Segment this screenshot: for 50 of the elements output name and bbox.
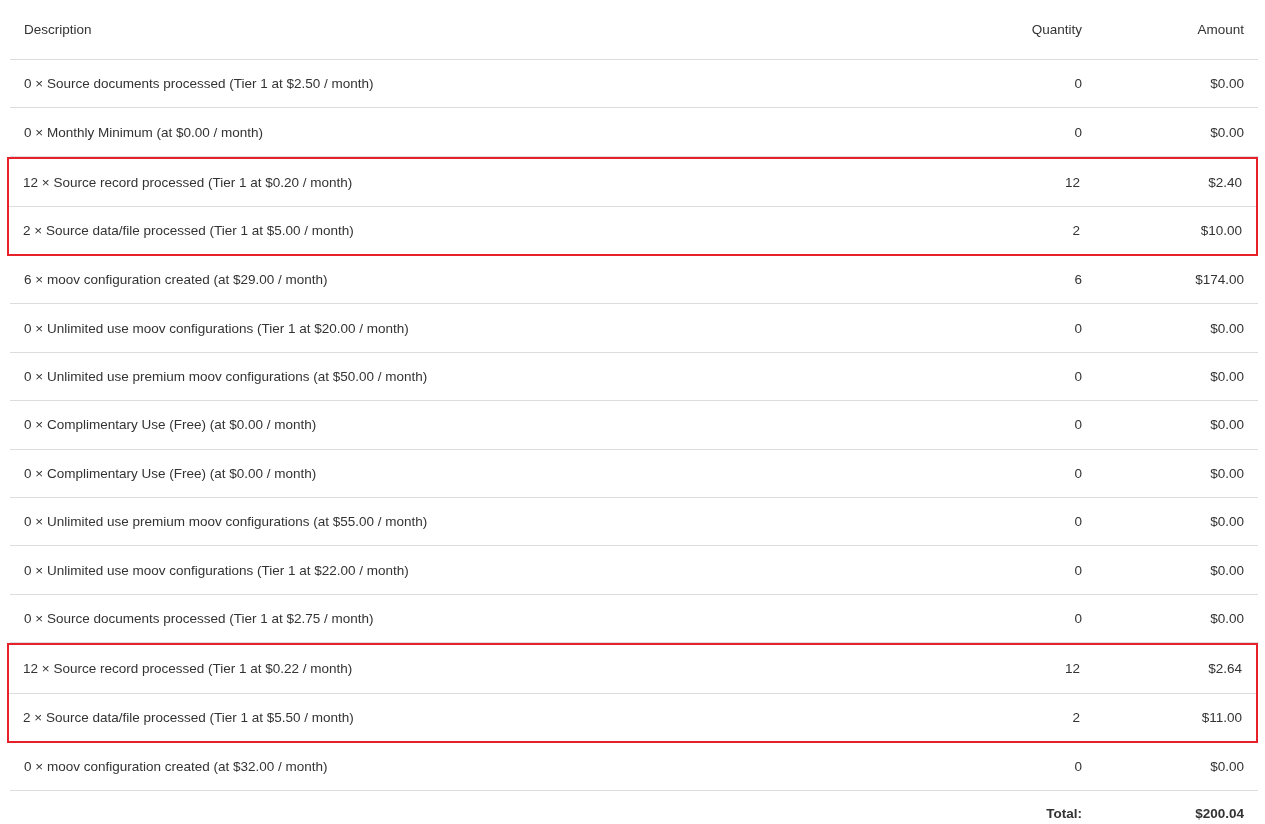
description-cell-text: 0 × Source documents processed (Tier 1 at $2.75 / month) bbox=[23, 611, 375, 626]
amount-cell-text: $0.00 bbox=[1209, 417, 1245, 433]
column-header: Amount bbox=[1196, 22, 1245, 37]
quantity-cell-text: 0 bbox=[1073, 758, 1083, 774]
amount-cell-text: $0.00 bbox=[1209, 465, 1245, 481]
description-cell-text: 6 × moov configuration created (at $29.00 / month) bbox=[23, 272, 329, 288]
amount-cell-text: $0.00 bbox=[1209, 758, 1245, 774]
quantity-cell-text: 0 bbox=[1073, 417, 1083, 433]
description-cell-text: 2 × Source data/file processed (Tier 1 at $5.00 / month) bbox=[22, 223, 355, 239]
description-cell-text: 12 × Source record processed (Tier 1 at $0.22 / month) bbox=[22, 661, 354, 677]
amount-cell-text: $0.00 bbox=[1209, 562, 1245, 578]
quantity-cell-text: 0 bbox=[1073, 124, 1083, 140]
quantity-cell-text: 0 bbox=[1073, 611, 1083, 626]
total-amount: $200.04 bbox=[1194, 806, 1245, 822]
amount-cell-text: $174.00 bbox=[1194, 272, 1245, 288]
quantity-cell-text: 2 bbox=[1071, 709, 1081, 725]
amount-cell-text: $0.00 bbox=[1209, 124, 1245, 140]
amount-cell-text: $0.00 bbox=[1209, 514, 1245, 530]
description-cell-text: 0 × Unlimited use premium moov configurations (at $55.00 / month) bbox=[23, 514, 429, 530]
quantity-cell-text: 0 bbox=[1073, 562, 1083, 578]
amount-cell-text: $0.00 bbox=[1209, 611, 1245, 626]
description-cell-text: 2 × Source data/file processed (Tier 1 at $5.50 / month) bbox=[22, 709, 355, 725]
description-cell-text: 0 × Unlimited use moov configurations (Tier 1 at $22.00 / month) bbox=[23, 562, 410, 578]
description-cell-text: 0 × Unlimited use moov configurations (Tier 1 at $20.00 / month) bbox=[23, 320, 410, 336]
quantity-cell-text: 2 bbox=[1071, 223, 1081, 239]
amount-cell-text: $2.40 bbox=[1207, 174, 1243, 190]
quantity-cell-text: 0 bbox=[1073, 320, 1083, 336]
description-cell-text: 0 × Monthly Minimum (at $0.00 / month) bbox=[23, 124, 264, 140]
quantity-cell-text: 12 bbox=[1063, 174, 1081, 190]
description-cell-text: 0 × Complimentary Use (Free) (at $0.00 / month) bbox=[23, 465, 318, 481]
quantity-cell-text: 12 bbox=[1063, 661, 1081, 677]
amount-cell-text: $0.00 bbox=[1209, 369, 1245, 385]
column-header: Description bbox=[23, 22, 93, 37]
amount-cell-text: $0.00 bbox=[1209, 320, 1245, 336]
quantity-cell-text: 6 bbox=[1073, 272, 1083, 288]
column-header: Quantity bbox=[1030, 22, 1083, 37]
description-cell-text: 0 × Unlimited use premium moov configurations (at $50.00 / month) bbox=[23, 369, 429, 385]
quantity-cell-text: 0 bbox=[1073, 369, 1083, 385]
description-cell-text: 12 × Source record processed (Tier 1 at $0.20 / month) bbox=[22, 174, 354, 190]
amount-cell-text: $11.00 bbox=[1200, 709, 1243, 725]
amount-cell-text: $0.00 bbox=[1209, 76, 1245, 92]
description-cell-text: 0 × Source documents processed (Tier 1 at $2.50 / month) bbox=[23, 76, 375, 92]
amount-cell-text: $10.00 bbox=[1199, 223, 1243, 239]
quantity-cell-text: 0 bbox=[1073, 514, 1083, 530]
quantity-cell-text: 0 bbox=[1073, 465, 1083, 481]
description-cell-text: 0 × moov configuration created (at $32.00 / month) bbox=[23, 758, 329, 774]
description-cell-text: 0 × Complimentary Use (Free) (at $0.00 / month) bbox=[23, 417, 318, 433]
amount-cell-text: $2.64 bbox=[1207, 661, 1243, 677]
total-label: Total: bbox=[1045, 806, 1083, 822]
quantity-cell-text: 0 bbox=[1073, 76, 1083, 92]
